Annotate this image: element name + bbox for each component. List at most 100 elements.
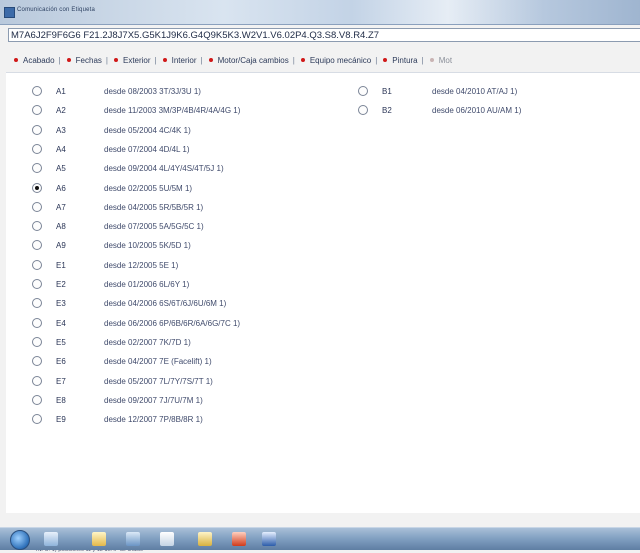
option-code: E8 xyxy=(56,395,66,405)
radio-button[interactable] xyxy=(32,298,42,309)
tab-marker-icon xyxy=(208,57,213,62)
media-taskbar-icon[interactable] xyxy=(232,532,246,546)
app-icon xyxy=(4,7,15,18)
radio-button[interactable] xyxy=(32,221,42,232)
tab-separator: | xyxy=(292,56,295,65)
option-description: desde 02/2007 7K/7D 1) xyxy=(104,337,191,347)
radio-button[interactable] xyxy=(32,259,42,270)
option-description: desde 07/2005 5A/5G/5C 1) xyxy=(104,222,204,232)
option-description: desde 02/2005 5U/5M 1) xyxy=(104,183,193,193)
tab-label: Interior xyxy=(171,56,197,65)
option-description: desde 05/2004 4C/4K 1) xyxy=(104,125,191,135)
tab-pintura[interactable]: Pintura xyxy=(381,54,418,68)
option-code: E3 xyxy=(56,299,66,309)
tab-marker-icon xyxy=(14,57,18,62)
tab-separator: | xyxy=(375,56,378,65)
option-code: E5 xyxy=(56,337,66,347)
option-description: desde 01/2006 6L/6Y 1) xyxy=(104,280,190,289)
window-title: Comunicación con Etiqueta xyxy=(17,7,96,13)
radio-button[interactable] xyxy=(32,317,42,328)
option-description: desde 12/2005 5E 1) xyxy=(104,260,179,270)
radio-button[interactable] xyxy=(32,124,42,135)
option-description: desde 04/2010 AT/AJ 1) xyxy=(432,87,518,96)
tab-marker-icon xyxy=(113,57,118,62)
option-description: desde 07/2004 4D/4L 1) xyxy=(104,144,190,154)
window-titlebar: Comunicación con Etiqueta xyxy=(0,0,640,25)
option-description: desde 10/2005 5K/5D 1) xyxy=(104,241,191,251)
option-code: A3 xyxy=(56,125,66,135)
option-code: A7 xyxy=(56,202,66,212)
option-code: A5 xyxy=(56,164,66,174)
option-description: desde 08/2003 3T/3J/3U 1) xyxy=(104,87,201,96)
option-description: desde 05/2007 7L/7Y/7S/7T 1) xyxy=(104,376,213,386)
tab-separator: | xyxy=(421,56,424,65)
explorer-taskbar-icon[interactable] xyxy=(198,532,212,546)
tab-label: Motor/Caja cambios xyxy=(217,56,289,65)
start-button[interactable] xyxy=(10,530,30,550)
vehicle-code-field[interactable]: M7A6J2F9F6G6 F21.2J8J7X5.G5K1J9K6.G4Q9K5… xyxy=(8,28,640,42)
option-code: E9 xyxy=(56,415,66,425)
option-description: desde 09/2004 4L/4Y/4S/4T/5J 1) xyxy=(104,164,224,174)
radio-button[interactable] xyxy=(32,105,42,116)
dates-panel: INFO: 1) posiciones 11 y 12 del nº de ch… xyxy=(6,72,640,553)
option-description: desde 04/2006 6S/6T/6J/6U/6M 1) xyxy=(104,299,227,309)
tab-equipo-mecánico[interactable]: Equipo mecánico xyxy=(299,54,371,68)
app-taskbar-icon[interactable] xyxy=(126,532,140,546)
radio-button[interactable] xyxy=(32,356,42,367)
folder-taskbar-icon[interactable] xyxy=(92,532,106,546)
option-code: E6 xyxy=(56,357,66,367)
option-description: desde 04/2007 7E (Facelift) 1) xyxy=(104,357,212,367)
radio-button[interactable] xyxy=(32,86,42,96)
tab-interior[interactable]: Interior xyxy=(161,54,197,68)
radio-button[interactable] xyxy=(32,336,42,347)
tab-fechas[interactable]: Fechas xyxy=(65,54,102,68)
option-code: A2 xyxy=(56,106,66,116)
radio-button[interactable] xyxy=(32,182,42,193)
ie-taskbar-icon[interactable] xyxy=(44,532,58,546)
radio-button[interactable] xyxy=(32,240,42,251)
tab-separator: | xyxy=(105,56,108,65)
tab-separator: | xyxy=(154,56,157,65)
tab-marker-icon xyxy=(300,57,305,62)
tab-mot[interactable]: Mot xyxy=(428,54,452,68)
tab-marker-icon xyxy=(383,57,388,62)
option-code: E7 xyxy=(56,376,66,386)
window-taskbar-icon[interactable] xyxy=(160,532,174,546)
radio-button[interactable] xyxy=(32,414,42,425)
tab-separator: | xyxy=(58,56,61,65)
option-code: B2 xyxy=(382,106,392,116)
radio-button[interactable] xyxy=(32,143,42,154)
word-taskbar-icon[interactable] xyxy=(262,532,276,546)
tab-separator: | xyxy=(200,56,203,65)
option-description: desde 06/2010 AU/AM 1) xyxy=(432,106,522,116)
option-code: E4 xyxy=(56,318,66,328)
option-code: A9 xyxy=(56,241,66,251)
tab-label: Equipo mecánico xyxy=(309,56,372,65)
option-code: E1 xyxy=(56,260,66,270)
tab-motor-caja-cambios[interactable]: Motor/Caja cambios xyxy=(207,54,289,68)
tab-label: Acabado xyxy=(23,56,55,65)
option-description: desde 04/2005 5R/5B/5R 1) xyxy=(104,202,204,212)
tab-bar: Acabado | Fechas | Exterior | Interior | Motor/C… xyxy=(14,54,640,68)
radio-button[interactable] xyxy=(32,163,42,174)
tab-marker-icon xyxy=(162,57,167,62)
option-code: A4 xyxy=(56,144,66,154)
radio-button[interactable] xyxy=(32,201,42,212)
radio-button[interactable] xyxy=(32,394,42,405)
radio-button[interactable] xyxy=(358,86,368,96)
option-code: A1 xyxy=(56,87,66,96)
tab-marker-icon xyxy=(66,57,71,62)
option-code: E2 xyxy=(56,280,66,289)
option-description: desde 09/2007 7J/7U/7M 1) xyxy=(104,395,203,405)
option-code: B1 xyxy=(382,87,392,96)
taskbar xyxy=(0,527,640,550)
radio-button[interactable] xyxy=(32,279,42,289)
option-description: desde 06/2006 6P/6B/6R/6A/6G/7C 1) xyxy=(104,318,241,328)
tab-exterior[interactable]: Exterior xyxy=(112,54,151,68)
tab-label: Pintura xyxy=(392,56,418,65)
radio-button[interactable] xyxy=(358,105,368,116)
tab-acabado[interactable]: Acabado xyxy=(14,54,55,68)
tab-label: Exterior xyxy=(122,56,151,65)
radio-button[interactable] xyxy=(32,375,42,386)
tab-label: Mot xyxy=(438,56,453,65)
